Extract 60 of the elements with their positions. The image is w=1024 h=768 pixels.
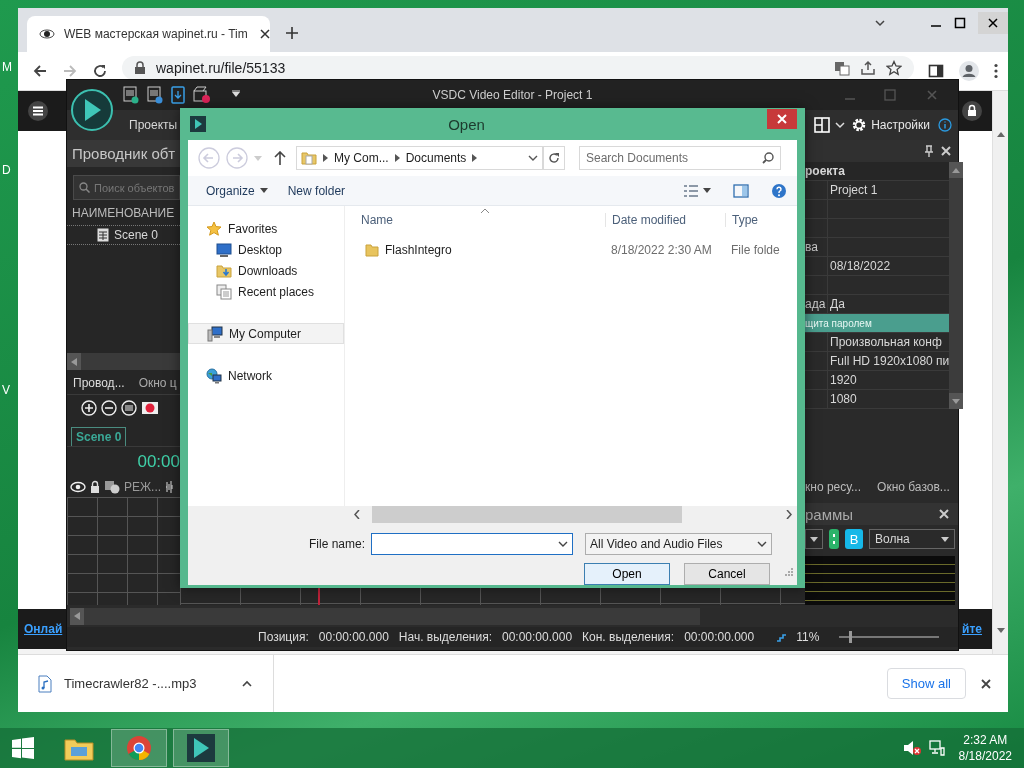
zoom-value: 11%	[796, 630, 820, 644]
breadcrumb-item[interactable]: My Com...	[334, 151, 389, 165]
download-filename: Timecrawler82 -....mp3	[64, 676, 198, 691]
column-header[interactable]: Type	[725, 213, 797, 227]
desktop-icon-label: M	[2, 60, 12, 74]
status-label: Позиция:	[258, 630, 309, 644]
file-type: File folde	[730, 243, 781, 257]
status-value: 00:00:00.000	[318, 630, 389, 644]
track-mode: РЕЖ...	[124, 480, 162, 494]
column-header: НАИМЕНОВАНИЕ	[71, 206, 176, 222]
status-label: Кон. выделения:	[582, 630, 675, 644]
new-folder-button[interactable]: New folder	[279, 180, 354, 201]
panel-title: раммы	[805, 505, 854, 523]
desktop-icon-label: D	[2, 163, 11, 177]
column-header[interactable]: Date modified	[605, 213, 725, 227]
organize-button[interactable]: Organize	[198, 180, 276, 201]
status-label: Нач. выделения:	[398, 630, 492, 644]
settings-button[interactable]: Настройки	[850, 116, 930, 134]
nav-item[interactable]: Desktop	[188, 239, 344, 260]
panel-tab[interactable]: Окно базов...	[877, 480, 950, 494]
timeline-tab[interactable]: Scene 0	[71, 427, 127, 446]
timecode: 00:00	[137, 452, 180, 472]
breadcrumb-item[interactable]: Documents	[405, 151, 467, 165]
file-name-label: File name:	[307, 537, 366, 551]
nav-item[interactable]: Favorites	[188, 218, 344, 239]
property-label: ва	[805, 240, 819, 254]
search-input[interactable]: Поиск объектов	[94, 181, 179, 194]
nav-item[interactable]: Recent places	[188, 281, 344, 302]
property-group-header: роекта	[805, 162, 950, 181]
nav-item[interactable]: Downloads	[188, 260, 344, 281]
cancel-button[interactable]: Cancel	[684, 563, 770, 585]
browser-tab[interactable]: WEB мастерская wapinet.ru - Tim	[27, 16, 270, 52]
nav-item[interactable]: My Computer	[188, 323, 344, 344]
link[interactable]: йте	[962, 622, 982, 636]
status-value: 00:00:00.000	[502, 630, 573, 644]
panel-tab[interactable]: Провод...	[73, 376, 125, 390]
file-type-dropdown[interactable]: All Video and Audio Files	[585, 533, 772, 555]
column-header[interactable]: Name	[345, 213, 605, 227]
status-value: 00:00:00.000	[684, 630, 755, 644]
dialog-title: Open	[447, 115, 486, 133]
panel-header: Проводник обт	[67, 140, 180, 167]
link[interactable]: Онлай	[24, 622, 63, 636]
file-name[interactable]: FlashIntegro	[385, 243, 452, 257]
clock[interactable]: 2:32 AM 8/18/2022	[944, 732, 1024, 764]
search-field[interactable]: Поиск объектов	[73, 175, 180, 200]
desktop-icon-label: V	[2, 383, 10, 397]
open-button[interactable]: Open	[584, 563, 670, 585]
breadcrumb-bar[interactable]: My Com... Documents	[296, 146, 543, 170]
nav-item[interactable]: Network	[188, 365, 344, 386]
menu-item[interactable]: Проекты	[129, 118, 178, 132]
panel-tab[interactable]: Окно ц	[138, 376, 177, 390]
address-bar[interactable]: wapinet.ru/file/55133	[122, 56, 914, 80]
property-label: ада	[805, 297, 827, 311]
panel-tab[interactable]: кно ресу...	[805, 480, 862, 494]
file-date: 8/18/2022 2:30 AM	[610, 243, 713, 257]
property-group-header: щита паролем	[805, 314, 950, 333]
show-all-button[interactable]: Show all	[886, 668, 966, 699]
tree-item[interactable]: Scene 0	[67, 225, 180, 245]
window-title: VSDC Video Editor - Project 1	[432, 88, 593, 102]
mode-dropdown[interactable]: Волна	[869, 529, 955, 549]
